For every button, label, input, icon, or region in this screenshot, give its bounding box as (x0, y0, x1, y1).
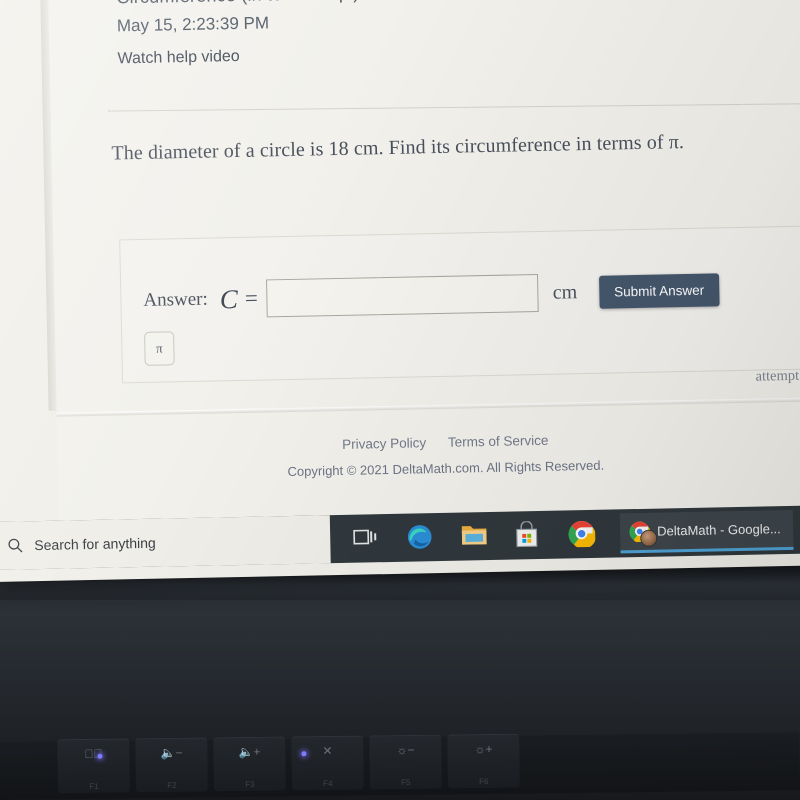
search-input[interactable]: Search for anything (0, 515, 331, 570)
answer-variable: C (219, 283, 239, 314)
search-placeholder-text: Search for anything (34, 534, 156, 554)
file-explorer-icon[interactable] (460, 522, 489, 551)
answer-unit: cm (552, 280, 578, 304)
submit-answer-button[interactable]: Submit Answer (598, 272, 720, 309)
page-footer: Privacy Policy Terms of Service Copyrigh… (57, 427, 800, 484)
laptop-screen: Circumference (in terms of pi) May 15, 2… (0, 0, 800, 582)
volume-down-key-sub: F2 (167, 780, 177, 790)
google-chrome-icon[interactable] (568, 520, 597, 549)
microsoft-store-icon[interactable] (514, 520, 543, 550)
answer-input[interactable] (266, 273, 540, 318)
watch-help-video-link[interactable]: Watch help video (117, 37, 800, 69)
privacy-policy-link[interactable]: Privacy Policy (342, 435, 426, 452)
mic-mute-key: ✕ F4 (291, 735, 364, 791)
volume-down-key: 🔈− F2 (135, 737, 208, 793)
assignment-header: Circumference (in terms of pi) May 15, 2… (116, 0, 800, 68)
copyright-text: Copyright © 2021 DeltaMath.com. All Righ… (287, 457, 605, 480)
mic-mute-key-led (301, 751, 307, 757)
terms-of-service-link[interactable]: Terms of Service (448, 433, 549, 450)
answer-card: Answer: C = cm Submit Answer π (119, 224, 800, 384)
brightness-down-key: ☼− F5 (369, 734, 442, 790)
brightness-up-key: ☼+ F6 (447, 733, 520, 789)
assignment-timestamp: May 15, 2:23:39 PM (116, 13, 270, 36)
volume-up-key-sub: F3 (245, 779, 255, 790)
footer-links: Privacy Policy Terms of Service (57, 427, 800, 458)
taskbar-window-deltamath[interactable]: DeltaMath - Google... (619, 509, 794, 554)
attempt-status: attempt 1 out (755, 367, 800, 385)
mute-key-led (97, 753, 103, 759)
search-icon (8, 538, 23, 553)
volume-up-key: 🔈+ F3 (213, 736, 286, 792)
pi-key-button[interactable]: π (144, 331, 175, 366)
page-bottom-edge (56, 397, 800, 417)
answer-row: Answer: C = cm Submit Answer (143, 270, 720, 320)
deltamath-page: Circumference (in terms of pi) May 15, 2… (47, 0, 800, 521)
mic-mute-key-sub: F4 (323, 778, 333, 789)
microsoft-edge-icon[interactable] (406, 523, 435, 552)
taskbar-icons (330, 520, 597, 553)
laptop-photo: ▵⃠F1 🔈−F2 🔈+F3 ✕F4 ☼−F5 ☼+F6 Circumferen… (0, 0, 800, 800)
avatar (640, 529, 658, 547)
mute-key-sub: F1 (89, 781, 99, 791)
task-view-icon[interactable] (352, 524, 381, 553)
question-text: The diameter of a circle is 18 cm. Find … (111, 131, 685, 165)
header-divider (108, 102, 800, 112)
mute-key: ▵⃠ F1 (57, 738, 130, 794)
taskbar-window-label: DeltaMath - Google... (657, 521, 781, 539)
equals-sign: = (244, 285, 259, 311)
brightness-up-key-sub: F6 (479, 777, 489, 787)
laptop-keyboard-strip: ▵⃠ F1 🔈− F2 🔈+ F3 ✕ F4 ☼− F5 ☼+ F6 (0, 732, 800, 800)
brightness-down-key-sub: F5 (401, 777, 411, 788)
answer-label: Answer: (143, 288, 209, 311)
